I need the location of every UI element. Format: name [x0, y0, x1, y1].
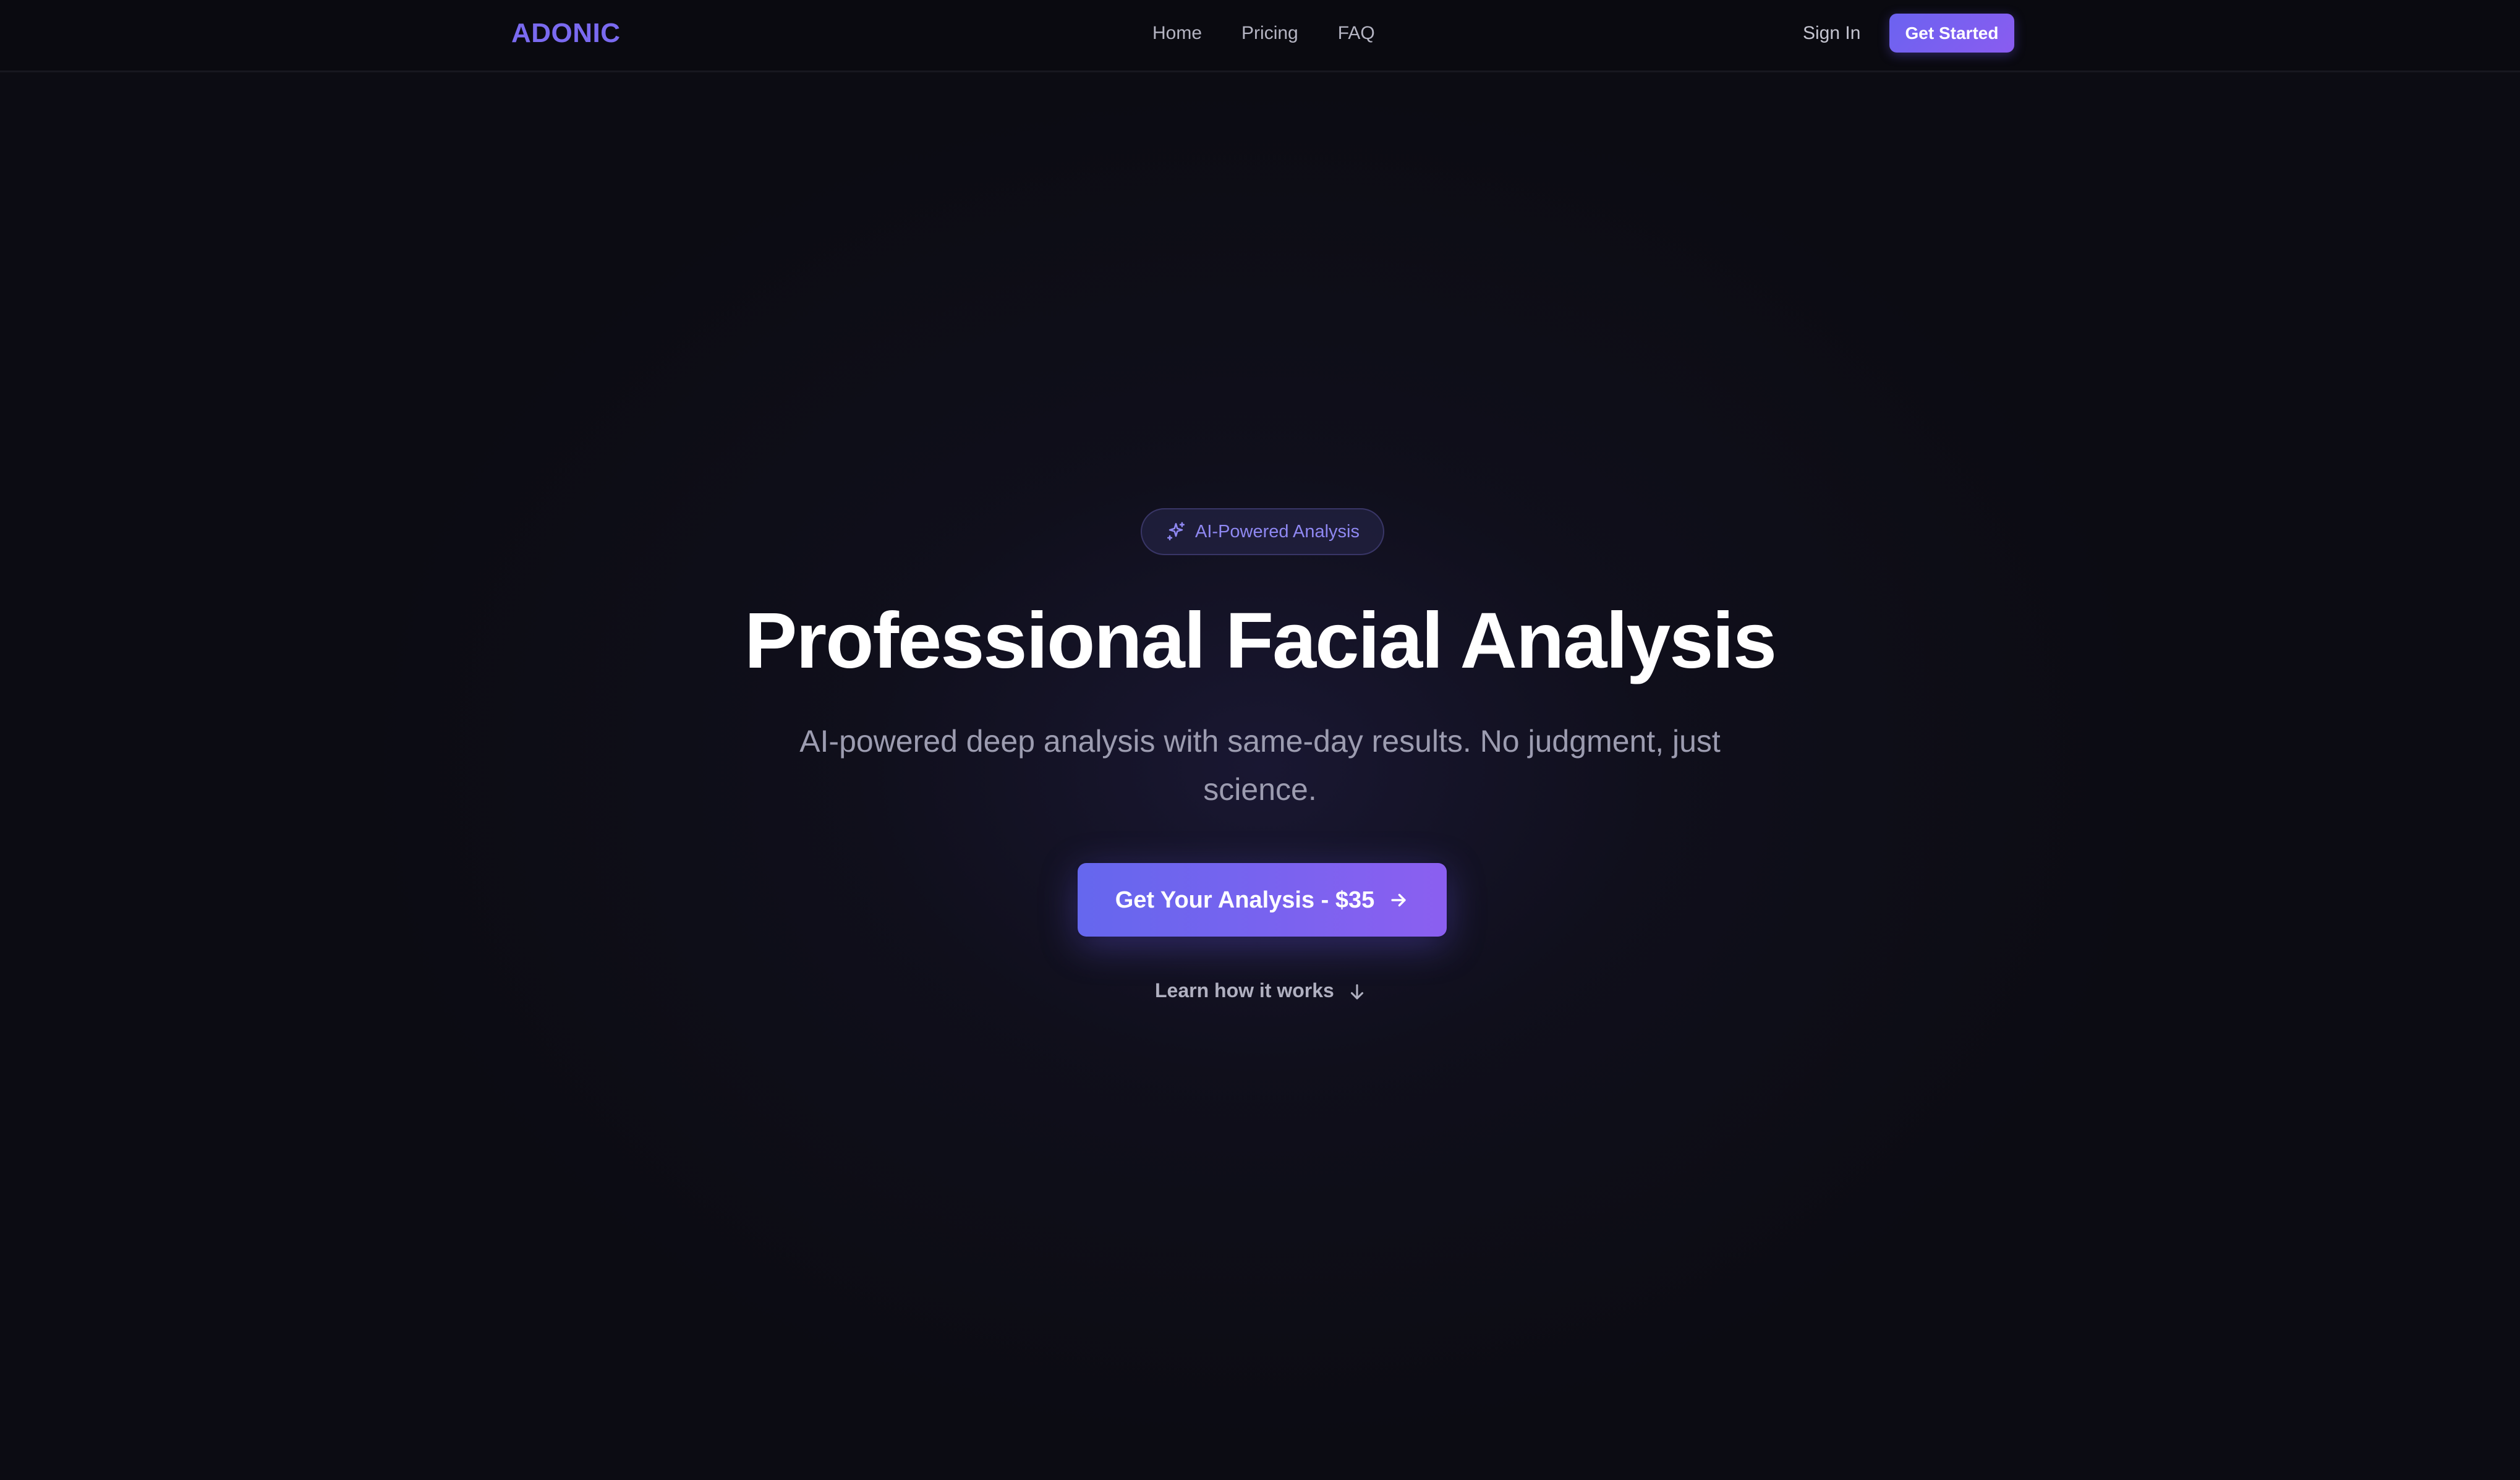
sign-in-link[interactable]: Sign In [1803, 21, 1860, 46]
learn-how-it-works-link[interactable]: Learn how it works [1155, 978, 1368, 1003]
nav-pricing-link[interactable]: Pricing [1241, 21, 1298, 46]
top-navbar: ADONIC Home Pricing FAQ Sign In Get Star… [0, 0, 2520, 72]
cta-label: Get Your Analysis - $35 [1115, 887, 1375, 913]
nav-home-link[interactable]: Home [1152, 21, 1202, 46]
learn-more-label: Learn how it works [1155, 979, 1334, 1002]
ai-powered-badge: AI-Powered Analysis [1141, 508, 1384, 555]
get-analysis-button[interactable]: Get Your Analysis - $35 [1078, 863, 1447, 937]
nav-faq-link[interactable]: FAQ [1338, 21, 1375, 46]
logo[interactable]: ADONIC [511, 17, 621, 49]
page: ADONIC Home Pricing FAQ Sign In Get Star… [0, 0, 2520, 1480]
arrow-right-icon [1388, 890, 1409, 911]
badge-label: AI-Powered Analysis [1195, 522, 1360, 542]
arrow-down-icon [1347, 982, 1368, 1003]
get-started-button[interactable]: Get Started [1889, 14, 2014, 53]
hero-subtitle: AI-powered deep analysis with same-day r… [799, 724, 1721, 807]
sparkles-icon [1165, 521, 1186, 542]
hero-title: Professional Facial Analysis [744, 597, 1777, 685]
main-nav: Home Pricing FAQ [1152, 21, 1375, 46]
